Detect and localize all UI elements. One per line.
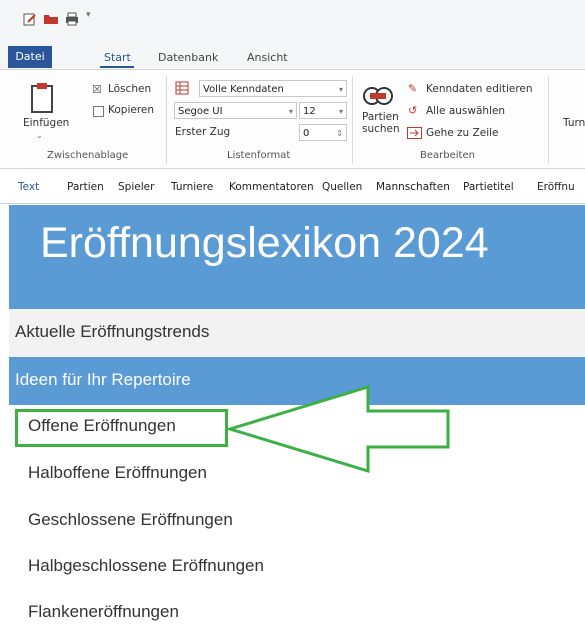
print-icon[interactable] [64, 11, 80, 27]
edit-pencil-icon: ✎ [408, 82, 418, 95]
list-item[interactable]: Halboffene Eröffnungen [28, 463, 207, 483]
tab-start-indicator [100, 66, 134, 68]
view-tab-turniere[interactable]: Turniere [171, 181, 213, 193]
view-tab-quellen[interactable]: Quellen [322, 181, 362, 193]
delete-icon: ☒ [92, 83, 102, 96]
tab-datenbank[interactable]: Datenbank [158, 51, 218, 64]
page-title: Eröffnungslexikon 2024 [40, 219, 489, 267]
paste-icon[interactable] [29, 81, 57, 115]
select-all-button[interactable]: Alle auswählen [426, 105, 505, 117]
first-move-value: 0 [303, 128, 310, 139]
font-select-value: Segoe UI [178, 106, 223, 117]
font-size-select[interactable]: 12 ▾ [299, 102, 347, 119]
edit-kenndaten-button[interactable]: Kenndaten editieren [426, 83, 533, 95]
ribbon-tab-bar [0, 38, 585, 69]
group-label-list-format: Listenformat [227, 150, 291, 161]
view-tab-text[interactable]: Text [18, 181, 39, 193]
view-tab-partietitel[interactable]: Partietitel [463, 181, 514, 193]
view-tab-eroeffnungen[interactable]: Eröffnu [537, 181, 575, 193]
kenndaten-select[interactable]: Volle Kenndaten ▾ [199, 80, 347, 97]
customize-toolbar-icon[interactable]: ▾ [86, 10, 91, 20]
tab-start[interactable]: Start [104, 51, 131, 64]
highlight-box [15, 409, 228, 447]
view-tab-partien[interactable]: Partien [67, 181, 104, 193]
kenndaten-select-value: Volle Kenndaten [203, 84, 284, 95]
font-select[interactable]: Segoe UI ▾ [174, 102, 297, 119]
group-separator [548, 76, 549, 164]
open-folder-icon[interactable] [43, 11, 59, 27]
first-move-label: Erster Zug [175, 126, 231, 138]
search-games-icon[interactable] [362, 84, 394, 108]
list-item[interactable]: Geschlossene Eröffnungen [28, 510, 233, 530]
tab-ansicht[interactable]: Ansicht [247, 51, 288, 64]
tournament-button[interactable]: Turn [563, 117, 585, 129]
tab-datei[interactable]: Datei [8, 46, 52, 68]
first-move-stepper[interactable]: 0 ⇕ [299, 124, 347, 141]
new-document-icon[interactable] [22, 11, 38, 27]
list-item[interactable]: Flankeneröffnungen [28, 602, 179, 622]
view-tab-kommentatoren[interactable]: Kommentatoren [229, 181, 314, 193]
search-games-button[interactable]: Partien suchen [362, 111, 402, 135]
paste-dropdown-icon[interactable]: ⌄ [36, 131, 43, 140]
group-label-edit: Bearbeiten [420, 150, 475, 161]
paste-button[interactable]: Einfügen [23, 117, 69, 129]
spin-icon[interactable]: ⇕ [336, 125, 343, 142]
arrow-annotation-icon [228, 385, 450, 473]
goto-line-icon [407, 127, 422, 139]
chevron-down-icon: ▾ [338, 85, 343, 94]
section-trends-label[interactable]: Aktuelle Eröffnungstrends [15, 322, 209, 342]
delete-button[interactable]: Löschen [108, 83, 151, 95]
select-all-icon: ↺ [408, 104, 418, 117]
chevron-down-icon: ▾ [288, 107, 293, 116]
copy-icon [93, 106, 104, 117]
list-grid-icon [175, 81, 189, 95]
goto-line-button[interactable]: Gehe zu Zeile [426, 127, 499, 139]
chevron-down-icon: ▾ [338, 107, 343, 116]
group-separator [166, 76, 167, 164]
font-size-value: 12 [303, 106, 316, 117]
group-label-clipboard: Zwischenablage [47, 150, 129, 161]
section-ideas-label[interactable]: Ideen für Ihr Repertoire [15, 370, 191, 390]
view-tab-mannschaften[interactable]: Mannschaften [376, 181, 450, 193]
list-item[interactable]: Halbgeschlossene Eröffnungen [28, 556, 264, 576]
copy-button[interactable]: Kopieren [108, 104, 154, 116]
view-tab-spieler[interactable]: Spieler [118, 181, 154, 193]
group-separator [352, 76, 353, 164]
